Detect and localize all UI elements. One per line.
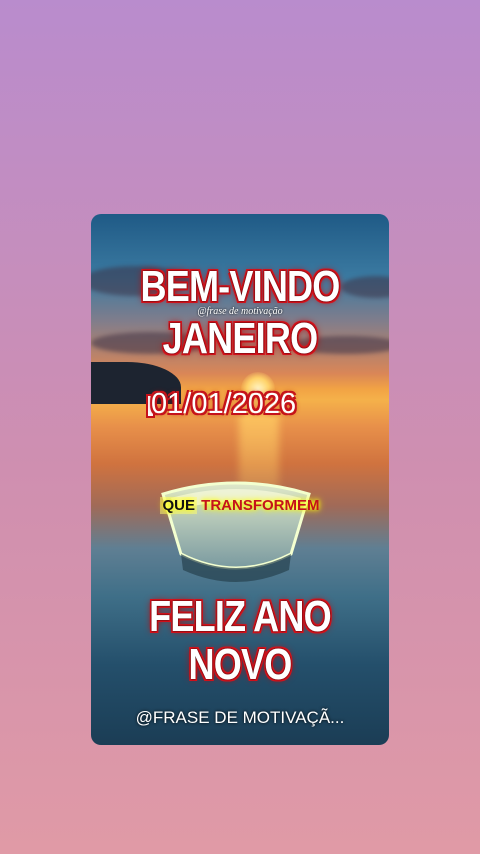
image-card: BEM-VINDO @frase de motivação JANEIRO 01… bbox=[91, 214, 389, 745]
subtitle: QUE TRANSFORMEM bbox=[91, 497, 389, 514]
footer-caption: @FRASE DE MOTIVAÇÃ... bbox=[135, 708, 345, 727]
title-line-1: BEM-VINDO bbox=[140, 262, 340, 311]
title-line-2: JANEIRO bbox=[162, 314, 318, 363]
subtitle-word-2: TRANSFORMEM bbox=[201, 497, 320, 514]
greeting-line-2: NOVO bbox=[188, 640, 293, 689]
boat bbox=[161, 481, 311, 582]
greeting-line-1: FELIZ ANO bbox=[149, 592, 332, 641]
subtitle-word-1: QUE bbox=[160, 497, 197, 514]
date-text: 01/01/2026 bbox=[151, 388, 297, 420]
